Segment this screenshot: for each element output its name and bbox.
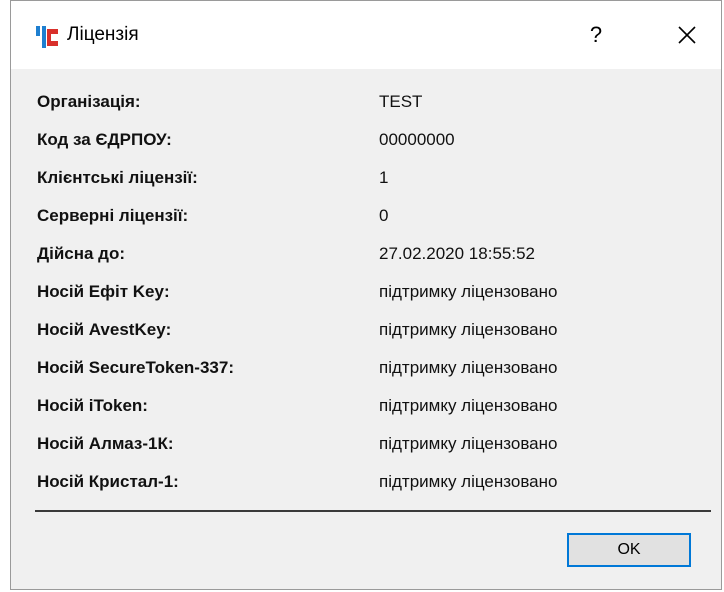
- field-value: 1: [379, 168, 389, 187]
- license-row-almaz: Носій Алмаз-1К: підтримку ліцензовано: [37, 426, 707, 462]
- license-row-krystal: Носій Кристал-1: підтримку ліцензовано: [37, 464, 707, 500]
- field-label: Носій Алмаз-1К:: [37, 434, 174, 453]
- ok-button[interactable]: OK: [567, 533, 691, 567]
- help-button[interactable]: ?: [571, 11, 621, 59]
- help-icon: ?: [589, 22, 603, 47]
- license-row-securetoken: Носій SecureToken-337: підтримку ліцензо…: [37, 350, 707, 386]
- field-value: підтримку ліцензовано: [379, 358, 558, 377]
- close-icon: [678, 26, 696, 44]
- license-row-client-licenses: Клієнтські ліцензії: 1: [37, 160, 707, 196]
- title-bar: Ліцензія ?: [11, 1, 721, 69]
- field-value: 0: [379, 206, 389, 225]
- field-label: Організація:: [37, 92, 141, 111]
- license-dialog: Ліцензія ? Організація: TEST Код за ЄДРП…: [10, 0, 722, 590]
- field-value: підтримку ліцензовано: [379, 320, 558, 339]
- field-value: TEST: [379, 92, 423, 111]
- field-label: Носій Ефіт Key:: [37, 282, 170, 301]
- field-label: Клієнтські ліцензії:: [37, 168, 198, 187]
- license-row-itoken: Носій iToken: підтримку ліцензовано: [37, 388, 707, 424]
- license-row-avestkey: Носій AvestKey: підтримку ліцензовано: [37, 312, 707, 348]
- license-row-organization: Організація: TEST: [37, 84, 707, 120]
- license-row-server-licenses: Серверні ліцензії: 0: [37, 198, 707, 234]
- close-button[interactable]: [661, 11, 713, 59]
- field-value: 00000000: [379, 130, 455, 149]
- field-value: підтримку ліцензовано: [379, 396, 558, 415]
- field-label: Носій SecureToken-337:: [37, 358, 234, 377]
- license-row-valid-until: Дійсна до: 27.02.2020 18:55:52: [37, 236, 707, 272]
- field-label: Серверні ліцензії:: [37, 206, 189, 225]
- license-row-efit-key: Носій Ефіт Key: підтримку ліцензовано: [37, 274, 707, 310]
- field-value: підтримку ліцензовано: [379, 434, 558, 453]
- window-title: Ліцензія: [67, 24, 139, 45]
- field-label: Дійсна до:: [37, 244, 126, 263]
- app-logo-icon: [36, 26, 58, 48]
- field-value: підтримку ліцензовано: [379, 472, 558, 491]
- field-value: 27.02.2020 18:55:52: [379, 244, 535, 263]
- field-label: Носій AvestKey:: [37, 320, 172, 339]
- field-value: підтримку ліцензовано: [379, 282, 558, 301]
- field-label: Носій Кристал-1:: [37, 472, 179, 491]
- license-row-edrpou: Код за ЄДРПОУ: 00000000: [37, 122, 707, 158]
- separator-line: [35, 510, 711, 512]
- field-label: Код за ЄДРПОУ:: [37, 130, 172, 149]
- field-label: Носій iToken:: [37, 396, 148, 415]
